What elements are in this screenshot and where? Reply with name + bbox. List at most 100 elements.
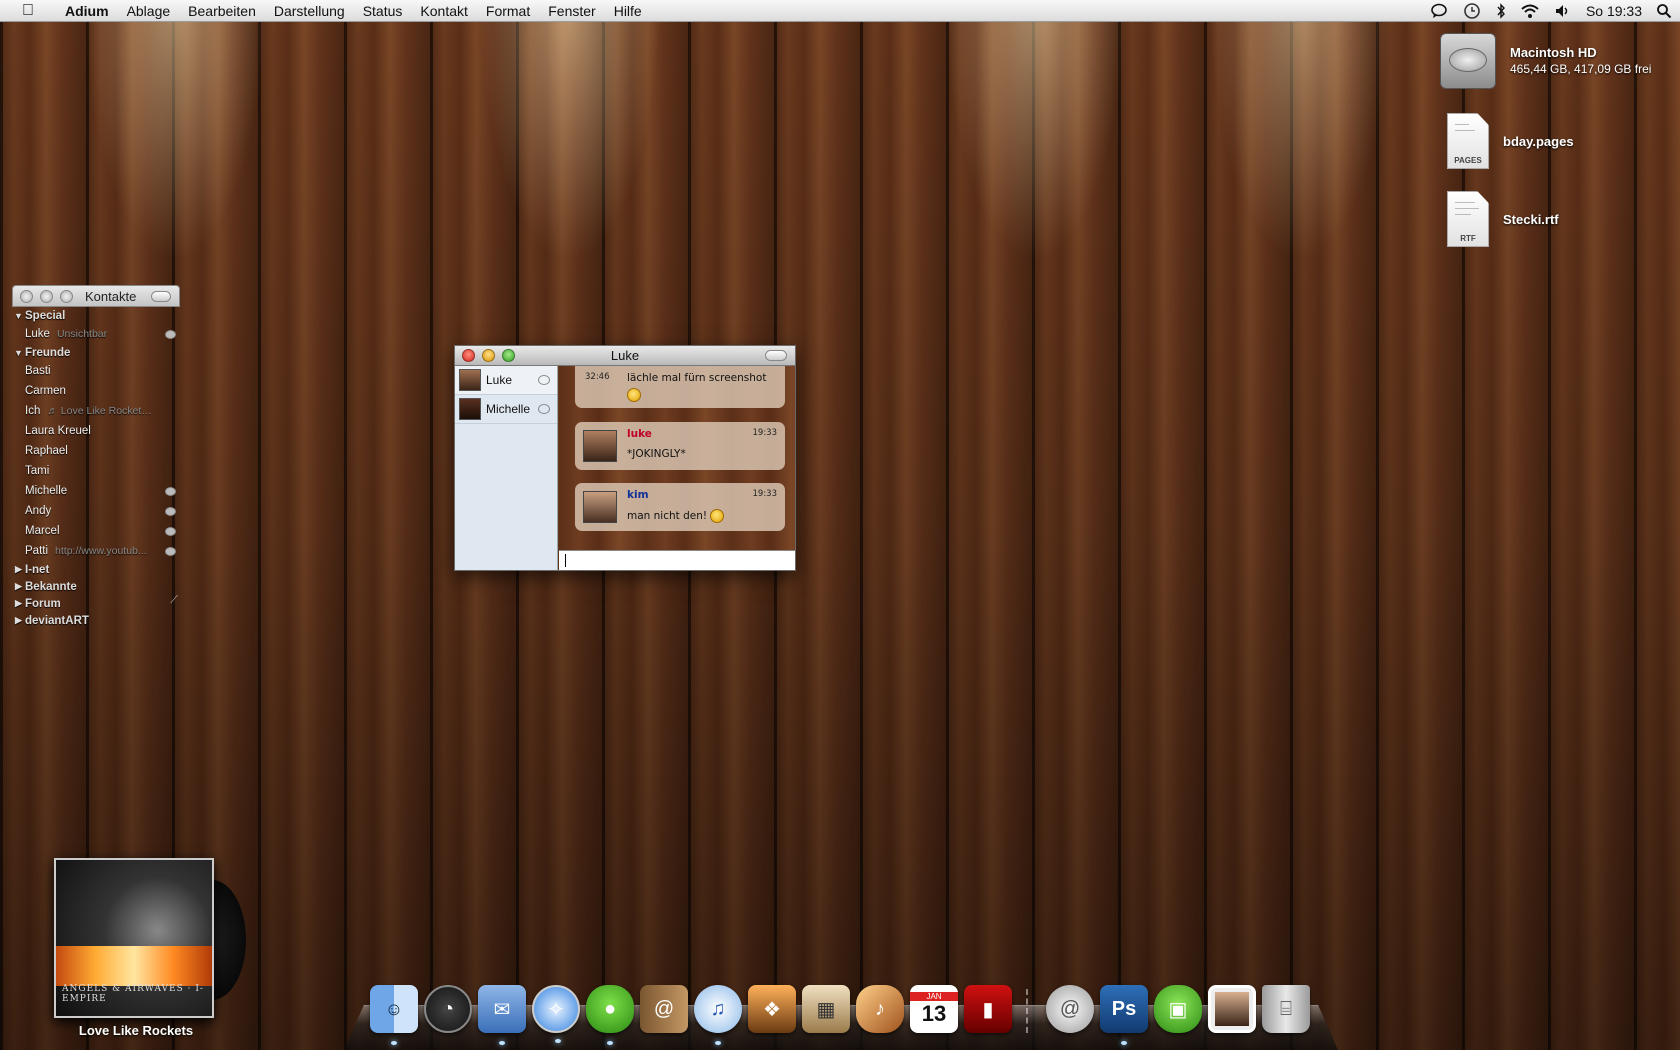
contact-name: Andy xyxy=(25,505,52,517)
contact-michelle[interactable]: Michelle xyxy=(12,481,180,501)
smiley-icon xyxy=(627,388,641,402)
contact-andy[interactable]: Andy xyxy=(12,501,180,521)
avatar xyxy=(459,369,481,391)
menu-kontakt[interactable]: Kontakt xyxy=(411,3,476,19)
menu-fenster[interactable]: Fenster xyxy=(539,3,604,19)
tab-label: Luke xyxy=(486,373,513,387)
message-bubble-icon xyxy=(538,404,550,414)
chat-tab-michelle[interactable]: Michelle xyxy=(455,395,557,424)
close-button[interactable] xyxy=(462,349,475,362)
menu-app-adium[interactable]: Adium xyxy=(56,3,118,19)
menu-darstellung[interactable]: Darstellung xyxy=(265,3,354,19)
disclosure-closed-icon: ▶ xyxy=(15,581,22,591)
message-bubble-icon xyxy=(165,329,176,339)
menu-hilfe[interactable]: Hilfe xyxy=(605,3,651,19)
menu-bearbeiten[interactable]: Bearbeiten xyxy=(179,3,265,19)
contact-raphael[interactable]: Raphael xyxy=(12,441,180,461)
chat-tab-sidebar: Luke Michelle xyxy=(455,366,558,570)
contact-carmen[interactable]: Carmen xyxy=(12,381,180,401)
desktop-icon-macintosh-hd[interactable]: Macintosh HD 465,44 GB, 417,09 GB frei xyxy=(1440,33,1651,89)
time-machine-icon[interactable] xyxy=(1462,3,1482,19)
contact-basti[interactable]: Basti xyxy=(12,361,180,381)
desktop-icon-stecki-rtf[interactable]: RTF Stecki.rtf xyxy=(1447,191,1559,247)
file-name-stecki: Stecki.rtf xyxy=(1503,211,1559,227)
downloads-stack-icon[interactable]: @ xyxy=(1046,985,1094,1033)
group-special[interactable]: ▼ Special xyxy=(12,307,180,324)
group-label: deviantART xyxy=(25,614,89,627)
message-bubble-icon xyxy=(165,526,176,536)
contact-list-titlebar[interactable]: Kontakte xyxy=(12,285,180,307)
disclosure-open-icon: ▼ xyxy=(14,347,23,358)
volume-icon[interactable] xyxy=(1554,3,1572,19)
message-bubble-icon xyxy=(165,486,176,496)
dashboard-icon[interactable]: ◔ xyxy=(424,985,472,1033)
message-text: lächle mal fürn screenshot xyxy=(627,372,767,384)
toolbar-toggle-button[interactable] xyxy=(765,350,787,361)
contact-luke[interactable]: Luke Unsichtbar xyxy=(12,324,180,344)
pages-file-tag: PAGES xyxy=(1454,156,1482,165)
contact-name: Ich xyxy=(25,405,41,417)
group-inet[interactable]: ▶ I-net xyxy=(12,561,180,578)
message-time: 19:33 xyxy=(752,428,778,438)
safari-icon[interactable]: ✧ xyxy=(532,985,580,1043)
menu-clock[interactable]: So 19:33 xyxy=(1586,3,1642,19)
contact-laura-kreuel[interactable]: Laura Kreuel xyxy=(12,421,180,441)
adium-duck-icon[interactable]: ● xyxy=(586,985,634,1045)
address-book-icon[interactable]: @ xyxy=(640,985,688,1033)
menu-ablage[interactable]: Ablage xyxy=(118,3,180,19)
zoom-button[interactable] xyxy=(502,349,515,362)
photo-stack-icon[interactable] xyxy=(1208,985,1256,1033)
message-transcript[interactable]: 32:46 lächle mal fürn screenshot luke 19… xyxy=(559,366,795,550)
group-label: I-net xyxy=(25,563,50,576)
message-sender: kim xyxy=(627,489,649,501)
garageband-icon[interactable]: ♪ xyxy=(856,985,904,1033)
group-deviantart[interactable]: ▶ deviantART xyxy=(12,612,180,629)
group-bekannte[interactable]: ▶ Bekannte xyxy=(12,578,180,595)
minimize-button[interactable] xyxy=(482,349,495,362)
bluetooth-icon[interactable] xyxy=(1496,3,1506,19)
message-text: *JOKINGLY* xyxy=(627,448,686,460)
message-input[interactable] xyxy=(559,550,795,570)
wifi-icon[interactable] xyxy=(1520,3,1540,19)
adium-status-icon[interactable] xyxy=(1430,3,1448,19)
adium-folder-icon[interactable]: ▣ xyxy=(1154,985,1202,1033)
finder-icon[interactable]: ☺ xyxy=(370,985,418,1045)
group-label: Forum xyxy=(25,597,61,610)
album-cover[interactable]: ANGELS & AIRWAVES · I-EMPIRE xyxy=(54,858,246,1018)
chat-window: Luke Luke Michelle 32:46 lächle mal fürn… xyxy=(454,345,796,571)
contact-patti[interactable]: Patti http://www.youtub... xyxy=(12,541,180,561)
contact-marcel[interactable]: Marcel xyxy=(12,521,180,541)
trash-icon[interactable]: ⌸ xyxy=(1262,985,1310,1033)
ical-icon[interactable]: JAN 13 xyxy=(910,985,958,1033)
menu-format[interactable]: Format xyxy=(477,3,539,19)
photoshop-label: Ps xyxy=(1111,997,1137,1020)
message-time: 32:46 xyxy=(585,372,610,382)
desktop-icon-bday-pages[interactable]: PAGES bday.pages xyxy=(1447,113,1574,169)
iphoto-icon[interactable]: ❖ xyxy=(748,985,796,1033)
contact-tami[interactable]: Tami xyxy=(12,461,180,481)
minimize-button[interactable] xyxy=(40,289,53,303)
mail-icon[interactable]: ✉ xyxy=(478,985,526,1045)
apple-menu-icon[interactable]:  xyxy=(0,2,56,20)
group-forum[interactable]: ▶ Forum xyxy=(12,595,180,612)
hard-drive-icon xyxy=(1440,33,1496,89)
contact-list-title: Kontakte xyxy=(85,288,137,304)
message-text-line: man nicht den! xyxy=(627,509,725,523)
spotlight-search-icon[interactable] xyxy=(1656,3,1672,19)
photoshop-icon[interactable]: Ps xyxy=(1100,985,1148,1045)
avatar xyxy=(459,398,481,420)
itunes-icon[interactable]: ♫ xyxy=(694,985,742,1045)
chat-tab-luke[interactable]: Luke xyxy=(455,366,557,395)
front-row-icon[interactable]: ▮ xyxy=(964,985,1012,1033)
menu-status[interactable]: Status xyxy=(354,3,412,19)
chat-titlebar[interactable]: Luke xyxy=(455,346,795,366)
zoom-button[interactable] xyxy=(60,289,73,303)
close-button[interactable] xyxy=(20,289,33,303)
contact-name: Laura Kreuel xyxy=(25,425,91,437)
resize-grip-icon[interactable]: ⟋ xyxy=(170,594,178,607)
contact-status: Unsichtbar xyxy=(56,328,108,340)
toolbar-toggle-button[interactable] xyxy=(151,291,171,302)
contact-ich[interactable]: Ich ♬ Love Like Rockets ... xyxy=(12,401,180,421)
group-freunde[interactable]: ▼ Freunde xyxy=(12,344,180,361)
preview-icon[interactable]: ▦ xyxy=(802,985,850,1033)
